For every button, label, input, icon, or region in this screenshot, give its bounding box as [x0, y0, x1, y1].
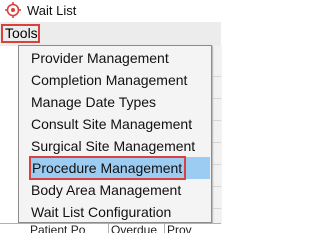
row-divider	[212, 186, 221, 187]
table-header: Patient Po Overdue Prov	[0, 223, 221, 233]
menu-item-highlight	[186, 157, 210, 179]
row-divider	[212, 120, 221, 121]
menu-item-completion-management[interactable]: Completion Management	[31, 69, 209, 91]
menu-item-wait-list-configuration[interactable]: Wait List Configuration	[31, 201, 209, 223]
column-header-overdue[interactable]: Overdue	[111, 224, 157, 233]
column-header-provider[interactable]: Prov	[167, 224, 192, 233]
window-title: Wait List	[27, 3, 77, 18]
menu-item-procedure-management[interactable]: Procedure Management	[29, 156, 186, 180]
menu-item-consult-site-management[interactable]: Consult Site Management	[31, 113, 209, 135]
title-bar: Wait List	[0, 0, 221, 22]
column-separator	[108, 224, 109, 233]
row-divider	[212, 208, 221, 209]
tools-dropdown-menu: Provider Management Completion Managemen…	[18, 45, 212, 223]
row-divider	[212, 164, 221, 165]
menu-item-body-area-management[interactable]: Body Area Management	[31, 179, 209, 201]
column-header-patient[interactable]: Patient Po	[30, 224, 85, 233]
row-divider	[212, 142, 221, 143]
row-divider	[212, 98, 221, 99]
row-divider	[212, 76, 221, 77]
tools-menu[interactable]: Tools	[1, 24, 40, 43]
target-icon	[5, 2, 21, 18]
menu-item-provider-management[interactable]: Provider Management	[31, 47, 209, 69]
menu-item-surgical-site-management[interactable]: Surgical Site Management	[31, 135, 209, 157]
column-separator	[164, 224, 165, 233]
background-panel	[212, 46, 222, 224]
menu-item-manage-date-types[interactable]: Manage Date Types	[31, 91, 209, 113]
